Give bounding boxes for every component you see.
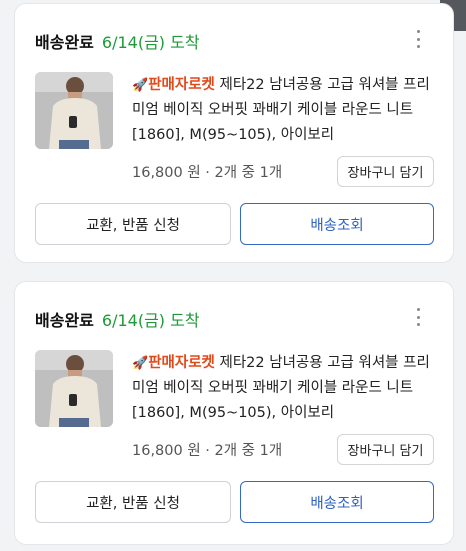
track-delivery-button[interactable]: 배송조회 <box>240 481 434 523</box>
rocket-badge: 🚀판매자로켓 <box>132 77 215 93</box>
product-info[interactable]: 🚀판매자로켓 제타22 남녀공용 고급 워셔블 프리미엄 베이직 오버핏 꽈배기… <box>132 73 442 148</box>
product-info[interactable]: 🚀판매자로켓 제타22 남녀공용 고급 워셔블 프리미엄 베이직 오버핏 꽈배기… <box>132 351 442 426</box>
product-image[interactable] <box>35 350 113 427</box>
price-quantity: 16,800 원 · 2개 중 1개 <box>132 443 283 459</box>
badge-label: 판매자로켓 <box>148 355 215 371</box>
arrival-date: 6/14(금) 도착 <box>101 33 200 52</box>
product-image[interactable] <box>35 72 113 149</box>
delivery-status: 배송완료 <box>35 33 94 52</box>
track-delivery-button[interactable]: 배송조회 <box>240 203 434 245</box>
add-to-cart-button[interactable]: 장바구니 담기 <box>337 156 434 187</box>
exchange-return-button[interactable]: 교환, 반품 신청 <box>35 203 231 245</box>
product-photo <box>35 350 113 427</box>
price-quantity: 16,800 원 · 2개 중 1개 <box>132 165 283 181</box>
product-photo <box>35 72 113 149</box>
badge-label: 판매자로켓 <box>148 77 215 93</box>
rocket-icon: 🚀 <box>132 78 149 93</box>
rocket-icon: 🚀 <box>132 356 149 371</box>
rocket-badge: 🚀판매자로켓 <box>132 355 215 371</box>
exchange-return-button[interactable]: 교환, 반품 신청 <box>35 481 231 523</box>
more-vertical-icon[interactable] <box>413 26 423 52</box>
order-status-row: 배송완료 6/14(금) 도착 <box>35 307 200 331</box>
order-card: 배송완료 6/14(금) 도착 🚀판매자로켓 제타22 남녀공용 고급 워셔블 … <box>14 281 454 545</box>
add-to-cart-button[interactable]: 장바구니 담기 <box>337 434 434 465</box>
delivery-status: 배송완료 <box>35 311 94 330</box>
arrival-date: 6/14(금) 도착 <box>101 311 200 330</box>
order-status-row: 배송완료 6/14(금) 도착 <box>35 29 200 53</box>
more-vertical-icon[interactable] <box>413 304 423 330</box>
order-card: 배송완료 6/14(금) 도착 🚀판매자로켓 제타22 남녀공용 고급 워셔블 … <box>14 3 454 263</box>
